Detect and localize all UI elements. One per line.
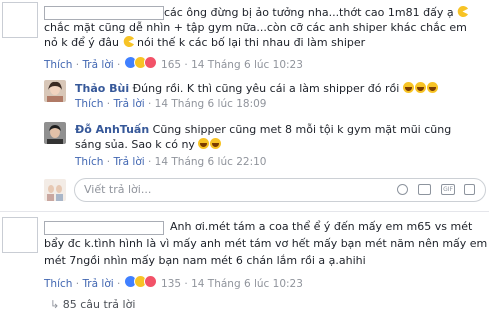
reply-author-name[interactable]: Đỗ AnhTuấn [75, 123, 149, 136]
comment-actions: Thích · Trả lời · 165 · 14 Tháng 6 lúc 1… [44, 56, 303, 72]
reply-link[interactable]: Trả lời [82, 59, 113, 71]
reaction-count: 135 [161, 278, 182, 290]
timestamp[interactable]: 14 Tháng 6 lúc 18:09 [155, 98, 267, 110]
commenter-avatar[interactable] [2, 217, 38, 253]
pacman-emoticon-icon [123, 36, 134, 47]
pacman-emoticon-icon [457, 6, 469, 17]
reactions-summary[interactable]: 165 [123, 56, 185, 71]
reply-link[interactable]: Trả lời [113, 156, 144, 168]
reply-link[interactable]: Trả lời [113, 98, 144, 110]
comment-text-line: bẩy đc k.tình hình là vì mấy anh mét tám… [44, 237, 488, 250]
like-link[interactable]: Thích [75, 98, 103, 110]
laughing-emoji-icon [414, 82, 426, 93]
comment-actions: Thích · Trả lời · 135 · 14 Tháng 6 lúc 1… [44, 275, 303, 291]
reply-text: sáng sủa. Sao k có ny [75, 137, 222, 152]
comment-text-line: nỏ k để ý đâu nói thế k các bố lại thi n… [44, 36, 366, 49]
gif-icon[interactable]: GIF [441, 184, 455, 195]
commenter-avatar[interactable] [2, 2, 38, 38]
like-link[interactable]: Thích [75, 156, 103, 168]
laughing-emoji-icon [210, 138, 222, 149]
reply-author-name[interactable]: Thảo Bùi [75, 82, 129, 95]
laughing-emoji-icon [402, 82, 414, 93]
emoji-picker-icon[interactable] [397, 184, 408, 195]
reaction-count: 165 [161, 59, 182, 71]
laughing-emoji-icon [426, 82, 438, 93]
sticker-icon[interactable] [464, 184, 475, 195]
reply-actions: Thích · Trả lời · 14 Tháng 6 lúc 22:10 [75, 156, 267, 168]
commenter-name-redacted[interactable] [44, 6, 164, 20]
commenter-name-redacted[interactable] [44, 221, 164, 235]
comment-text-line: các ông đừng bị ảo tưởng nha...thớt cao … [164, 5, 469, 20]
like-link[interactable]: Thích [44, 59, 72, 71]
camera-icon[interactable] [418, 184, 431, 195]
love-reaction-icon [143, 56, 157, 69]
reply-avatar-do-anhtuan[interactable] [44, 122, 66, 144]
reply-arrow-icon: ↳ [50, 298, 60, 311]
comment-text-line: Anh ơi.mét tám a coa thể ể ý đến mấy em … [170, 220, 473, 233]
timestamp[interactable]: 14 Tháng 6 lúc 10:23 [191, 278, 303, 290]
reply-input-placeholder: Viết trả lời... [84, 183, 152, 196]
comment-text-line: mét 7ngồi nhìn mấy bạn nam mét 6 chán lắ… [44, 254, 366, 267]
reply-link[interactable]: Trả lời [82, 278, 113, 290]
like-link[interactable]: Thích [44, 278, 72, 290]
laughing-emoji-icon [198, 138, 210, 149]
current-user-avatar [44, 179, 66, 201]
view-more-replies-link[interactable]: ↳ 85 câu trả lời [50, 298, 135, 311]
reply-text: Đỗ AnhTuấn Cũng shipper cũng met 8 mỗi t… [75, 123, 452, 136]
reactions-summary[interactable]: 135 [123, 275, 185, 290]
more-replies-label: 85 câu trả lời [62, 298, 136, 311]
reply-input[interactable]: Viết trả lời... GIF [74, 178, 486, 202]
timestamp[interactable]: 14 Tháng 6 lúc 22:10 [155, 156, 267, 168]
comment-text-line: chắc mặt cũng dễ nhìn + tập gym nữa...cò… [44, 21, 467, 34]
timestamp[interactable]: 14 Tháng 6 lúc 10:23 [191, 59, 303, 71]
comment-divider [0, 211, 489, 212]
love-reaction-icon [143, 275, 157, 288]
reply-text: Thảo Bùi Đúng rồi. K thì cũng yêu cái a … [75, 81, 439, 96]
reply-avatar-thao-bui[interactable] [44, 80, 66, 102]
reply-actions: Thích · Trả lời · 14 Tháng 6 lúc 18:09 [75, 98, 267, 110]
